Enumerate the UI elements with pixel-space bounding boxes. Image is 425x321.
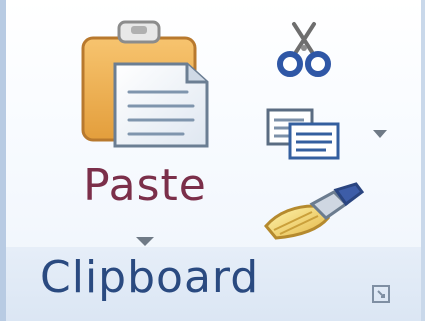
format-painter-button[interactable] — [256, 182, 366, 240]
paste-dropdown-icon[interactable] — [134, 233, 156, 247]
cut-button[interactable] — [272, 20, 336, 82]
copy-icon — [262, 106, 348, 164]
scissors-icon — [272, 20, 336, 86]
clipboard-paste-icon — [75, 20, 220, 150]
ribbon-right-border — [421, 0, 425, 321]
paste-label: Paste — [83, 160, 207, 211]
copy-dropdown-icon[interactable] — [372, 125, 388, 138]
clipboard-ribbon-group: Paste Clipboard — [0, 0, 425, 321]
format-painter-icon — [256, 182, 366, 244]
dialog-launcher-icon[interactable] — [371, 284, 391, 304]
paste-button[interactable]: Paste — [55, 10, 235, 246]
group-title: Clipboard — [40, 252, 260, 303]
copy-button[interactable] — [262, 106, 348, 160]
